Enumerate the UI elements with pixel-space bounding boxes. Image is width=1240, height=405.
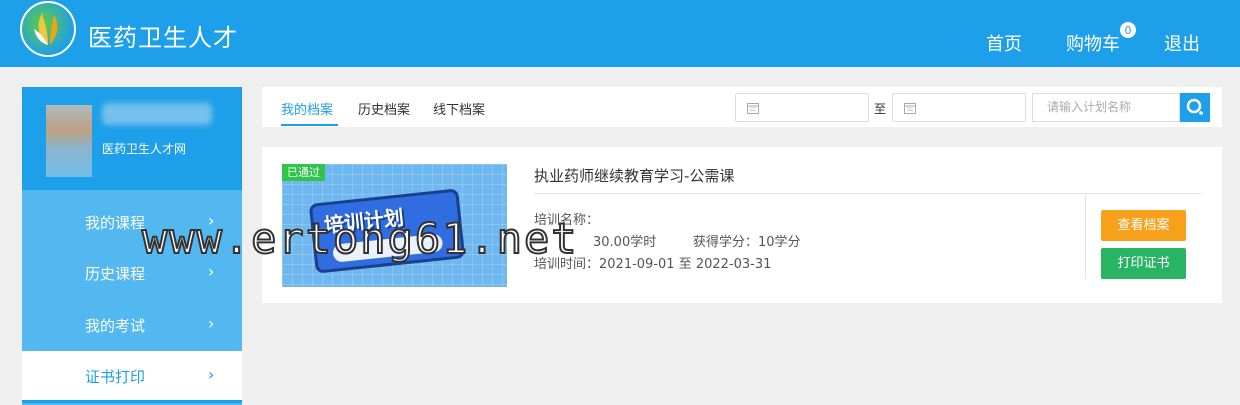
divider xyxy=(1085,195,1086,279)
top-header: 医药卫生人才 首页 购物车 0 退出 xyxy=(0,0,1240,67)
divider xyxy=(534,193,1201,194)
tab-my-records[interactable]: 我的档案 xyxy=(281,99,333,118)
brand-logo-icon[interactable] xyxy=(20,1,76,57)
tab-bar: 我的档案 历史档案 线下档案 至 请输入计划名称 xyxy=(262,87,1222,127)
chevron-right-icon: › xyxy=(208,262,215,281)
sidebar-item-label: 我的课程 xyxy=(85,214,146,232)
active-indicator xyxy=(22,400,242,403)
search-button[interactable] xyxy=(1180,93,1210,122)
training-hours: 30.00学时 xyxy=(593,235,657,250)
view-record-button[interactable]: 查看档案 xyxy=(1101,210,1186,241)
sidebar-item-certificate-print[interactable]: 证书打印 › xyxy=(22,351,242,403)
status-badge: 已通过 xyxy=(282,164,325,181)
user-profile: 医药卫生人才网 xyxy=(22,87,242,190)
credits-earned: 获得学分：10学分 xyxy=(693,235,801,250)
plan-search-input[interactable]: 请输入计划名称 xyxy=(1032,93,1180,122)
calendar-icon xyxy=(747,103,759,114)
sidebar-item-label: 历史课程 xyxy=(85,265,146,283)
brand-title[interactable]: 医药卫生人才 xyxy=(88,18,238,53)
course-title[interactable]: 执业药师继续教育学习-公需课 xyxy=(534,165,734,186)
nav-home-link[interactable]: 首页 xyxy=(986,30,1022,56)
sidebar-item-label: 我的考试 xyxy=(85,317,146,335)
cart-count-badge: 0 xyxy=(1119,21,1137,39)
chevron-right-icon: › xyxy=(208,314,215,333)
avatar[interactable] xyxy=(46,105,92,177)
end-date-input[interactable] xyxy=(892,93,1026,122)
chevron-right-icon: › xyxy=(208,365,215,384)
tab-active-underline xyxy=(281,124,338,126)
blurred-username xyxy=(102,103,212,125)
sidebar-item-label: 证书打印 xyxy=(85,368,146,386)
start-date-input[interactable] xyxy=(735,93,869,122)
profile-site-name: 医药卫生人才网 xyxy=(102,142,187,156)
calendar-icon xyxy=(904,103,916,114)
nav-logout-link[interactable]: 退出 xyxy=(1164,30,1200,56)
tab-offline-records[interactable]: 线下档案 xyxy=(433,99,485,118)
tab-history-records[interactable]: 历史档案 xyxy=(358,99,410,118)
date-range-separator: 至 xyxy=(874,102,887,116)
sidebar-item-my-exams[interactable]: 我的考试 › xyxy=(22,300,242,352)
nav-cart-link[interactable]: 购物车 xyxy=(1066,30,1120,56)
print-certificate-button[interactable]: 打印证书 xyxy=(1101,248,1186,279)
search-icon xyxy=(1186,98,1203,115)
site-watermark: www.ertong61.net xyxy=(141,213,579,264)
